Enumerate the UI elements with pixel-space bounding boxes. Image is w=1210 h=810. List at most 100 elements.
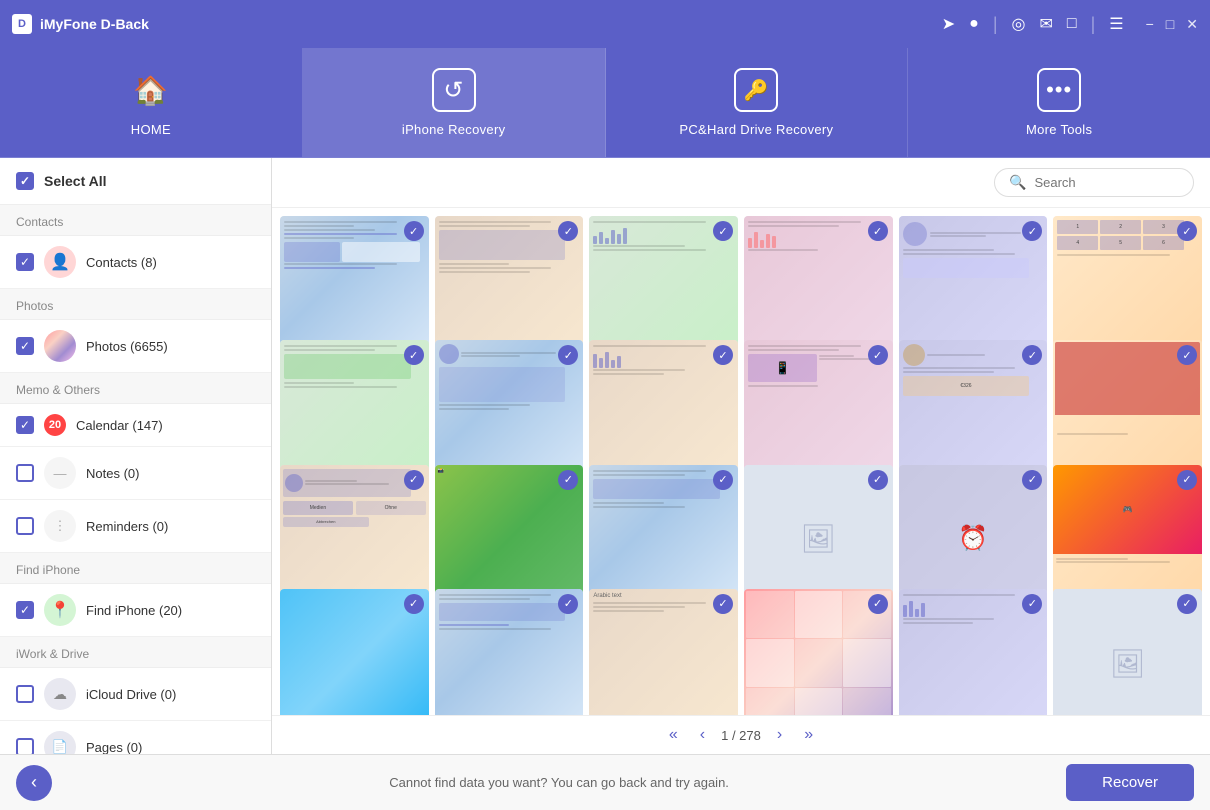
pages-checkbox[interactable] (16, 738, 34, 754)
photos-icon (44, 330, 76, 362)
pages-label: Pages (0) (86, 740, 142, 755)
photo-cell[interactable]: Arabic text ✓ (589, 589, 738, 715)
app-logo: D (12, 14, 32, 34)
photo-cell[interactable]: ✓ (435, 589, 584, 715)
mail-icon[interactable]: ✉ (1040, 14, 1053, 34)
calendar-checkbox[interactable] (16, 416, 34, 434)
page-display: 1 / 278 (721, 728, 761, 743)
close-button[interactable]: ✕ (1186, 16, 1198, 33)
content-toolbar: 🔍 (272, 158, 1210, 208)
sidebar-item-calendar[interactable]: 20 Calendar (147) (0, 404, 271, 447)
photo-check-4[interactable]: ✓ (868, 221, 888, 241)
photos-checkbox[interactable] (16, 337, 34, 355)
last-page-button[interactable]: » (798, 724, 819, 746)
select-all-row[interactable]: Select All (0, 158, 271, 205)
photo-check-22[interactable]: ✓ (868, 594, 888, 614)
section-memo-header: Memo & Others (0, 373, 271, 404)
section-photos-header: Photos (0, 289, 271, 320)
photo-check-24[interactable]: ✓ (1177, 594, 1197, 614)
icloud-checkbox[interactable] (16, 685, 34, 703)
photo-check-15[interactable]: ✓ (713, 470, 733, 490)
maximize-button[interactable]: □ (1166, 16, 1174, 33)
main-area: Select All Contacts 👤 Contacts (8) Photo… (0, 158, 1210, 754)
notes-checkbox[interactable] (16, 464, 34, 482)
nav-bar: 🏠 HOME ↺ iPhone Recovery 🔑 PC&Hard Drive… (0, 48, 1210, 158)
findiphone-checkbox[interactable] (16, 601, 34, 619)
calendar-badge: 20 (44, 414, 66, 436)
search-input[interactable] (1034, 175, 1179, 190)
photo-check-21[interactable]: ✓ (713, 594, 733, 614)
search-box[interactable]: 🔍 (994, 168, 1194, 197)
photo-cell[interactable]: 🖼 ✓ (1053, 589, 1202, 715)
nav-pc-recovery[interactable]: 🔑 PC&Hard Drive Recovery (606, 48, 909, 157)
separator: | (993, 14, 998, 35)
sidebar-item-pages[interactable]: 📄 Pages (0) (0, 721, 271, 754)
minimize-button[interactable]: − (1146, 16, 1154, 33)
photo-cell[interactable]: ✓ (899, 589, 1048, 715)
photo-grid: ✓ ✓ (272, 208, 1210, 715)
reminders-checkbox[interactable] (16, 517, 34, 535)
window-controls: − □ ✕ (1146, 16, 1198, 33)
chat-icon[interactable]: □ (1067, 15, 1077, 33)
next-page-button[interactable]: › (771, 724, 788, 746)
contacts-icon: 👤 (44, 246, 76, 278)
empty-photo-icon: 🖼 (801, 522, 837, 555)
photo-check-1[interactable]: ✓ (404, 221, 424, 241)
reminders-icon: ⋮ (44, 510, 76, 542)
section-findiphone-header: Find iPhone (0, 553, 271, 584)
search-icon: 🔍 (1009, 174, 1026, 191)
photo-check-16[interactable]: ✓ (868, 470, 888, 490)
nav-pc-recovery-label: PC&Hard Drive Recovery (679, 122, 833, 137)
photo-check-13[interactable]: ✓ (404, 470, 424, 490)
contacts-checkbox[interactable] (16, 253, 34, 271)
findiphone-label: Find iPhone (20) (86, 603, 182, 618)
select-all-label: Select All (44, 173, 107, 189)
photo-check-17[interactable]: ✓ (1022, 470, 1042, 490)
sidebar-item-photos[interactable]: Photos (6655) (0, 320, 271, 373)
contacts-label: Contacts (8) (86, 255, 157, 270)
share-icon[interactable]: ➤ (942, 14, 955, 34)
sidebar-item-reminders[interactable]: ⋮ Reminders (0) (0, 500, 271, 553)
bottom-bar: ‹ Cannot find data you want? You can go … (0, 754, 1210, 810)
photo-check-18[interactable]: ✓ (1177, 470, 1197, 490)
photo-check-14[interactable]: ✓ (558, 470, 578, 490)
sidebar-item-findiphone[interactable]: 📍 Find iPhone (20) (0, 584, 271, 637)
photo-check-3[interactable]: ✓ (713, 221, 733, 241)
select-all-checkbox[interactable] (16, 172, 34, 190)
notes-label: Notes (0) (86, 466, 139, 481)
location-icon[interactable]: ◎ (1012, 14, 1026, 34)
account-icon[interactable]: ● (969, 15, 979, 33)
nav-more-tools-label: More Tools (1026, 122, 1092, 137)
first-page-button[interactable]: « (663, 724, 684, 746)
photo-check-7[interactable]: ✓ (404, 345, 424, 365)
pagination: « ‹ 1 / 278 › » (272, 715, 1210, 754)
findiphone-icon: 📍 (44, 594, 76, 626)
sidebar-item-icloud[interactable]: ☁ iCloud Drive (0) (0, 668, 271, 721)
prev-page-button[interactable]: ‹ (694, 724, 711, 746)
notes-icon: — (44, 457, 76, 489)
photo-check-19[interactable]: ✓ (404, 594, 424, 614)
recover-button[interactable]: Recover (1066, 764, 1194, 801)
photo-check-20[interactable]: ✓ (558, 594, 578, 614)
sidebar-item-contacts[interactable]: 👤 Contacts (8) (0, 236, 271, 289)
title-bar-actions: ➤ ● | ◎ ✉ □ | ☰ − □ ✕ (942, 14, 1198, 35)
photo-check-23[interactable]: ✓ (1022, 594, 1042, 614)
title-bar: D iMyFone D-Back ➤ ● | ◎ ✉ □ | ☰ − □ ✕ (0, 0, 1210, 48)
section-iwork-header: iWork & Drive (0, 637, 271, 668)
sidebar-item-notes[interactable]: — Notes (0) (0, 447, 271, 500)
nav-home[interactable]: 🏠 HOME (0, 48, 303, 157)
back-button[interactable]: ‹ (16, 765, 52, 801)
separator2: | (1091, 14, 1096, 35)
photo-check-6[interactable]: ✓ (1177, 221, 1197, 241)
bottom-message: Cannot find data you want? You can go ba… (52, 775, 1066, 790)
nav-more-tools[interactable]: ••• More Tools (908, 48, 1210, 157)
nav-iphone-recovery[interactable]: ↺ iPhone Recovery (303, 48, 606, 157)
pages-icon: 📄 (44, 731, 76, 754)
menu-icon[interactable]: ☰ (1109, 14, 1123, 34)
photo-cell[interactable]: 🏊 ✓ (280, 589, 429, 715)
photo-check-10[interactable]: ✓ (868, 345, 888, 365)
pc-recovery-icon: 🔑 (734, 68, 778, 112)
nav-home-label: HOME (131, 122, 171, 137)
icloud-icon: ☁ (44, 678, 76, 710)
photo-cell[interactable]: ✓ (744, 589, 893, 715)
